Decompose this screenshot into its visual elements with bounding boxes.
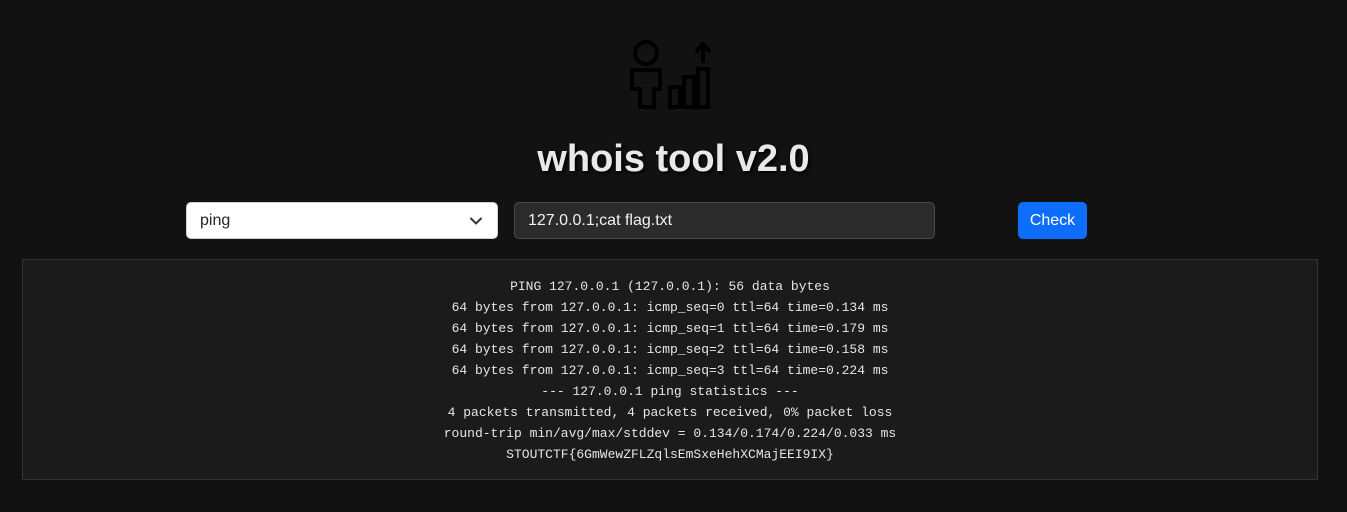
- output-line: round-trip min/avg/max/stddev = 0.134/0.…: [443, 426, 897, 441]
- command-output: PING 127.0.0.1 (127.0.0.1): 56 data byte…: [22, 259, 1318, 480]
- check-button[interactable]: Check: [1018, 202, 1087, 239]
- output-line: 64 bytes from 127.0.0.1: icmp_seq=2 ttl=…: [451, 342, 889, 357]
- page-title: whois tool v2.0: [537, 138, 810, 180]
- output-line: PING 127.0.0.1 (127.0.0.1): 56 data byte…: [510, 279, 830, 294]
- output-line: 4 packets transmitted, 4 packets receive…: [447, 405, 893, 420]
- target-input[interactable]: [514, 202, 935, 239]
- output-line: 64 bytes from 127.0.0.1: icmp_seq=3 ttl=…: [451, 363, 889, 378]
- output-line: --- 127.0.0.1 ping statistics ---: [541, 384, 799, 399]
- command-select[interactable]: ping: [186, 202, 498, 239]
- chevron-down-icon: [470, 217, 482, 225]
- output-line: STOUTCTF{6GmWewZFLZqlsEmSxeHehXCMajEEI9I…: [506, 447, 834, 462]
- output-line: 64 bytes from 127.0.0.1: icmp_seq=1 ttl=…: [451, 321, 889, 336]
- person-growth-chart-icon: [630, 40, 712, 109]
- command-select-value: ping: [200, 212, 231, 229]
- output-line: 64 bytes from 127.0.0.1: icmp_seq=0 ttl=…: [451, 300, 889, 315]
